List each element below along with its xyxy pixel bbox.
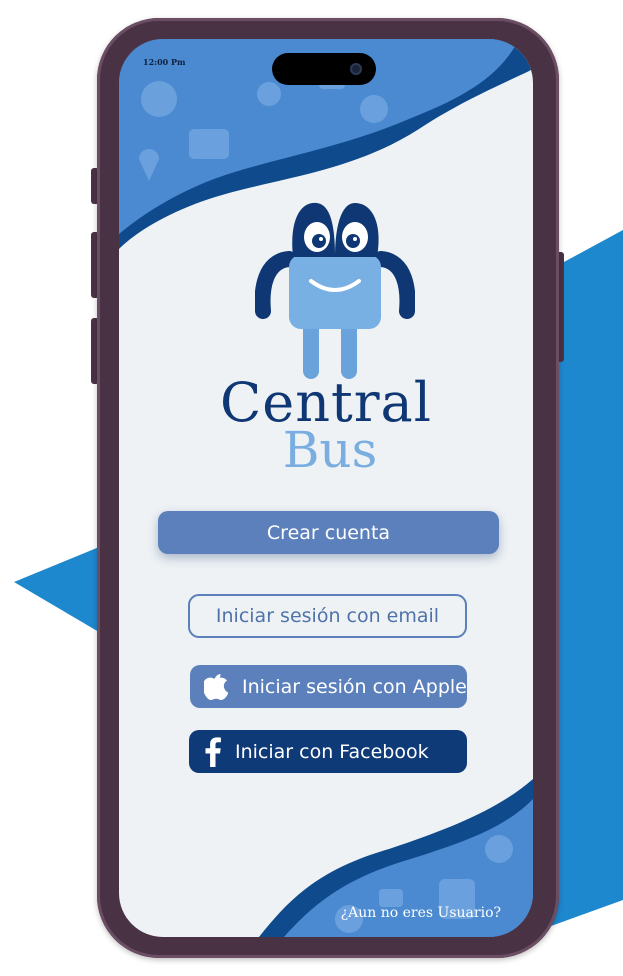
mascot-logo xyxy=(255,202,415,379)
app-screen: 12:00 Pm Central Bus Crear cuenta Inicia… xyxy=(119,39,533,937)
apple-login-button[interactable]: Iniciar sesión con Apple xyxy=(190,665,467,708)
logo-text-bus: Bus xyxy=(282,421,378,479)
facebook-icon xyxy=(205,736,221,767)
phone-notch xyxy=(272,53,376,85)
email-login-label: Iniciar sesión con email xyxy=(215,605,440,627)
create-account-label: Crear cuenta xyxy=(266,521,391,544)
apple-login-label: Iniciar sesión con Apple xyxy=(242,675,467,698)
camera-icon xyxy=(350,63,362,75)
status-time: 12:00 Pm xyxy=(143,57,186,67)
email-login-button[interactable]: Iniciar sesión con email xyxy=(188,594,467,638)
facebook-login-label: Iniciar con Facebook xyxy=(235,740,429,763)
signup-link[interactable]: ¿Aun no eres Usuario? xyxy=(341,905,501,921)
apple-icon xyxy=(204,673,228,700)
create-account-button[interactable]: Crear cuenta xyxy=(158,511,499,554)
background-triangle-left xyxy=(14,545,104,635)
facebook-login-button[interactable]: Iniciar con Facebook xyxy=(189,730,467,773)
